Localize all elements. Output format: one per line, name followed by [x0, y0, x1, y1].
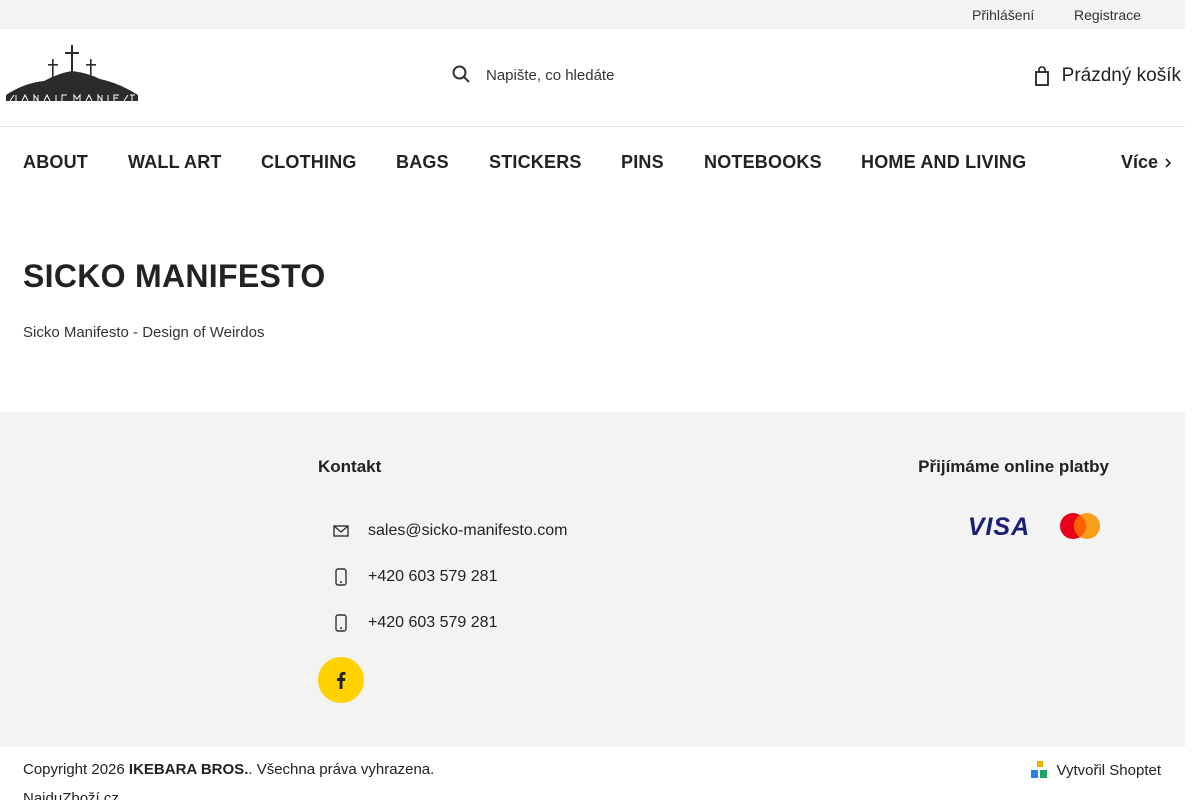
- nav-item-home-and-living[interactable]: HOME AND LIVING: [861, 152, 1026, 173]
- copyright: Copyright 2026 IKEBARA BROS.. Všechna pr…: [23, 761, 434, 778]
- page-subtitle: Sicko Manifesto - Design of Weirdos: [23, 324, 265, 341]
- nav-item-about[interactable]: ABOUT: [23, 152, 88, 173]
- phone-icon: [333, 614, 349, 632]
- facebook-button[interactable]: [318, 657, 364, 703]
- company-name: IKEBARA BROS.: [128, 761, 249, 778]
- contact-email[interactable]: sales@sicko-manifesto.com: [333, 522, 567, 540]
- nav-more-button[interactable]: Více: [1121, 152, 1171, 173]
- top-bar: Přihlášení Registrace: [0, 0, 1185, 29]
- cart-button[interactable]: Prázdný košík: [1034, 65, 1181, 87]
- nav-item-notebooks[interactable]: NOTEBOOKS: [704, 152, 822, 173]
- contact-email-text: sales@sicko-manifesto.com: [368, 522, 568, 539]
- mastercard-logo: [1058, 511, 1102, 546]
- sicko-manifesto-logo-icon: [6, 45, 138, 103]
- visa-logo: VISA: [963, 513, 1035, 544]
- envelope-icon: [333, 522, 349, 540]
- site-logo[interactable]: [4, 43, 140, 105]
- nav-item-clothing[interactable]: CLOTHING: [261, 152, 357, 173]
- main-navigation: ABOUT WALL ART CLOTHING BAGS STICKERS PI…: [0, 127, 1185, 195]
- nav-item-bags[interactable]: BAGS: [396, 152, 449, 173]
- header: Prázdný košík: [0, 29, 1185, 127]
- contact-title: Kontakt: [318, 457, 382, 476]
- bottom-bar: Copyright 2026 IKEBARA BROS.. Všechna pr…: [0, 747, 1185, 800]
- shoptet-label: Vytvořil Shoptet: [1056, 761, 1162, 779]
- facebook-icon: [337, 672, 346, 689]
- payments-title: Přijímáme online platby: [918, 457, 1109, 476]
- contact-phone-1[interactable]: +420 603 579 281: [333, 568, 497, 586]
- search-box: [452, 65, 706, 85]
- shopping-bag-icon: [1034, 66, 1049, 86]
- chevron-right-icon: [1165, 157, 1171, 168]
- register-link[interactable]: Registrace: [1074, 7, 1141, 23]
- footer: Kontakt sales@sicko-manifesto.com +420 6…: [0, 412, 1185, 747]
- copyright-suffix: . Všechna práva vyhrazena.: [248, 761, 435, 778]
- nav-more-label: Více: [1120, 152, 1158, 172]
- visa-text: VISA: [968, 513, 1030, 539]
- copyright-prefix: Copyright 2026: [23, 761, 125, 778]
- nav-item-stickers[interactable]: STICKERS: [489, 152, 582, 173]
- phone-icon: [333, 568, 349, 586]
- shoptet-icon: [1030, 761, 1047, 778]
- nav-item-pins[interactable]: PINS: [621, 152, 664, 173]
- contact-phone-1-text: +420 603 579 281: [368, 568, 498, 585]
- search-input[interactable]: [486, 66, 706, 84]
- login-link[interactable]: Přihlášení: [972, 7, 1034, 23]
- nav-item-wall-art[interactable]: WALL ART: [128, 152, 222, 173]
- contact-phone-2[interactable]: +420 603 579 281: [333, 614, 497, 632]
- contact-phone-2-text: +420 603 579 281: [368, 614, 498, 631]
- najduzbozi-link[interactable]: NajduZboží.cz: [23, 790, 119, 800]
- page-title: SICKO MANIFESTO: [23, 258, 326, 294]
- cart-label: Prázdný košík: [1061, 65, 1181, 86]
- search-icon[interactable]: [452, 65, 472, 85]
- shoptet-link[interactable]: Vytvořil Shoptet: [1030, 761, 1162, 779]
